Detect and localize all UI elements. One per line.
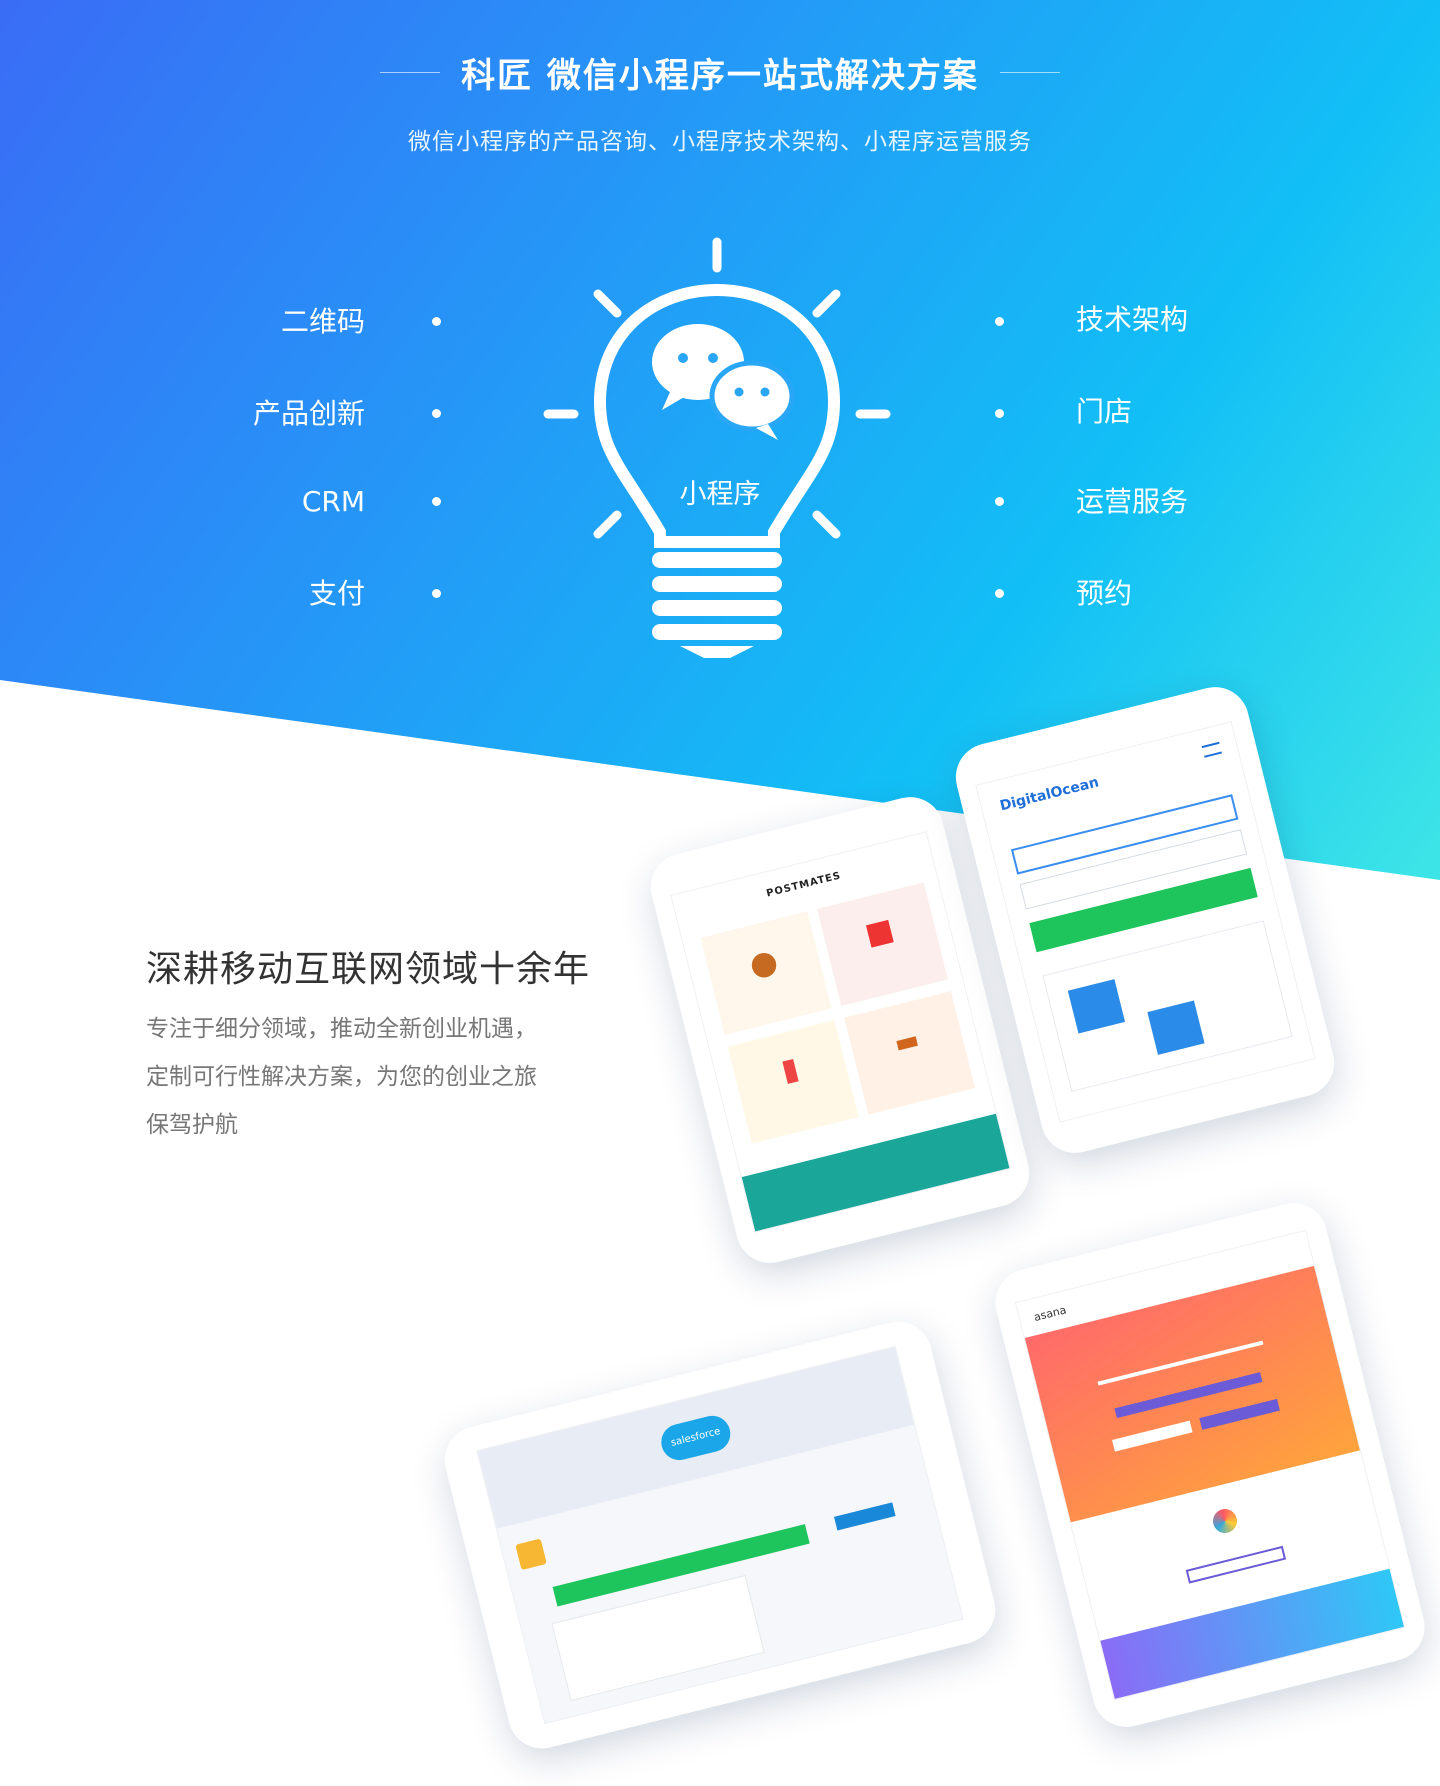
- section-description: 专注于细分领域，推动全新创业机遇， 定制可行性解决方案，为您的创业之旅 保驾护航: [146, 1005, 606, 1149]
- lightbulb-illustration: 小程序: [530, 232, 910, 662]
- wechat-icon: [652, 324, 795, 440]
- burger-icon: ●: [745, 940, 782, 985]
- description-line: 定制可行性解决方案，为您的创业之旅: [146, 1064, 537, 1090]
- feature-left-4: 支付: [308, 577, 365, 610]
- bullet-dot: [995, 497, 1004, 506]
- description-line: 专注于细分领域，推动全新创业机遇，: [146, 1016, 537, 1042]
- bullet-dot: [432, 589, 441, 598]
- crown-icon: [515, 1538, 547, 1571]
- feature-left-2: 产品创新: [252, 397, 365, 430]
- feature-left-1: 二维码: [280, 305, 365, 338]
- feature-right-1: 技术架构: [1076, 303, 1189, 336]
- page: 科匠 微信小程序一站式解决方案 微信小程序的产品咨询、小程序技术架构、小程序运营…: [0, 0, 1440, 1786]
- section-title: 深耕移动互联网领域十余年: [146, 949, 591, 990]
- tablet-mockup-asana: asana: [988, 1195, 1432, 1735]
- bulb-label: 小程序: [679, 479, 761, 510]
- get-started-button[interactable]: [1199, 1398, 1280, 1430]
- feature-left-3: CRM: [301, 485, 365, 518]
- feature-right-2: 门店: [1076, 395, 1133, 428]
- feature-right-4: 预约: [1076, 577, 1133, 610]
- description-line: 保驾护航: [146, 1112, 238, 1138]
- heart-icon: [1210, 1506, 1240, 1536]
- asana-footer: [1100, 1568, 1406, 1699]
- droplet-grid: [1042, 920, 1293, 1092]
- learn-more-button[interactable]: [1185, 1545, 1287, 1584]
- tablet-mockup-salesforce: salesforce: [437, 1314, 1003, 1756]
- page-title: 科匠 微信小程序一站式解决方案: [461, 56, 979, 96]
- mark-complete-button[interactable]: [834, 1502, 896, 1531]
- hotdog-icon: ▬: [891, 1024, 923, 1060]
- bullet-dot: [995, 589, 1004, 598]
- header: 科匠 微信小程序一站式解决方案: [0, 48, 1440, 97]
- food-card-fries: ▮: [727, 1020, 859, 1144]
- bullet-dot: [432, 409, 441, 418]
- food-card-hotdog: ▬: [844, 991, 976, 1115]
- drink-icon: ■: [861, 911, 898, 953]
- food-card-drink: ■: [817, 882, 948, 1006]
- bullet-dot: [432, 317, 441, 326]
- page-subtitle: 微信小程序的产品咨询、小程序技术架构、小程序运营服务: [408, 129, 1032, 155]
- bullet-dot: [995, 409, 1004, 418]
- email-input[interactable]: [1112, 1420, 1193, 1452]
- bullet-dot: [432, 497, 441, 506]
- lightbulb-icon: [543, 237, 891, 658]
- fries-icon: ▮: [777, 1050, 803, 1089]
- feature-right-3: 运营服务: [1076, 485, 1189, 518]
- food-card-burger: ●: [700, 911, 832, 1036]
- bullet-dot: [995, 317, 1004, 326]
